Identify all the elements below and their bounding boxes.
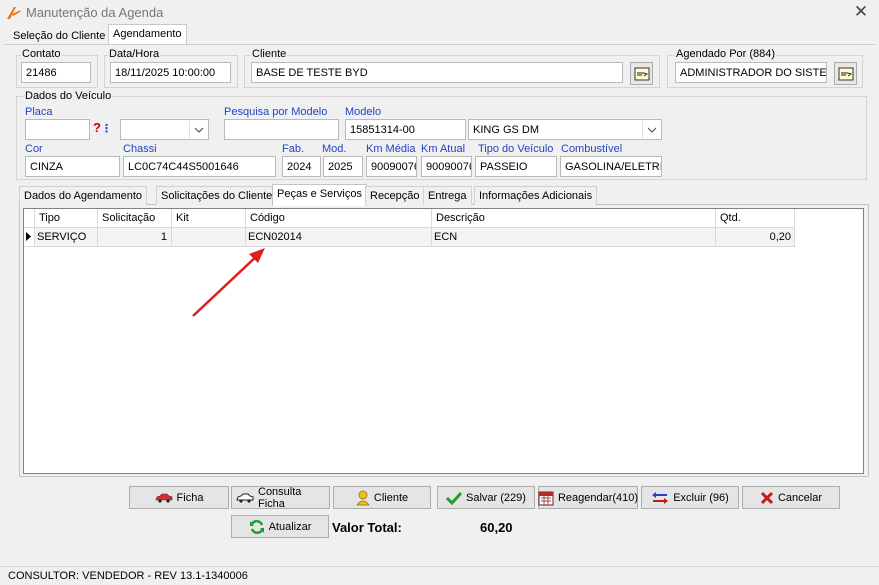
reagendar-button[interactable]: Reagendar(410) xyxy=(538,486,638,509)
car-icon xyxy=(155,493,172,503)
ficha-button[interactable]: Ficha xyxy=(129,486,229,509)
app-logo-icon xyxy=(7,7,21,19)
excluir-button[interactable]: Excluir (96) xyxy=(641,486,739,509)
window-title: Manutenção da Agenda xyxy=(26,5,164,20)
placa-label: Placa xyxy=(25,106,53,118)
dados-veiculo-label: Dados do Veículo xyxy=(24,90,113,102)
mod-field[interactable]: 2025 xyxy=(323,156,363,177)
fab-label: Fab. xyxy=(282,143,305,155)
cliente-button-label: Cliente xyxy=(373,491,409,504)
agendado-por-label: Agendado Por (884) xyxy=(675,48,777,60)
tab-recepcao[interactable]: Recepção xyxy=(365,186,425,205)
col-header-codigo[interactable]: Código xyxy=(246,209,432,228)
valor-total-label: Valor Total: xyxy=(332,520,402,535)
cliente-label: Cliente xyxy=(251,48,288,60)
col-header-kit[interactable]: Kit xyxy=(172,209,246,228)
row-selector-icon[interactable] xyxy=(24,228,35,247)
chevron-down-icon xyxy=(642,121,660,138)
col-header-qtd[interactable]: Qtd. xyxy=(716,209,795,228)
tab-entrega[interactable]: Entrega xyxy=(423,186,472,205)
car-search-icon xyxy=(236,493,254,503)
cell-solicitacao[interactable]: 1 xyxy=(98,228,172,247)
cell-descricao[interactable]: ECN xyxy=(432,228,716,247)
cell-qtd[interactable]: 0,20 xyxy=(716,228,795,247)
close-icon[interactable]: ✕ xyxy=(851,3,871,21)
tab-informacoes-adicionais[interactable]: Informações Adicionais xyxy=(474,186,598,205)
agendado-por-lookup-button[interactable] xyxy=(834,62,857,85)
salvar-button-label: Salvar (229) xyxy=(466,491,526,504)
col-header-descricao[interactable]: Descrição xyxy=(432,209,716,228)
pointing-hand-icon xyxy=(838,67,853,80)
chassi-label: Chassi xyxy=(123,143,157,155)
contato-label: Contato xyxy=(21,48,62,60)
pesquisa-modelo-field[interactable] xyxy=(224,119,339,140)
cancelar-button-label: Cancelar xyxy=(777,491,823,504)
km-atual-label: Km Atual xyxy=(421,143,466,155)
refresh-icon xyxy=(249,519,264,534)
placa-help-icon[interactable]: ?⋮ xyxy=(93,120,115,139)
calendar-icon xyxy=(538,491,554,505)
data-hora-label: Data/Hora xyxy=(108,48,161,60)
row-indicator-header xyxy=(24,209,35,228)
km-media-field[interactable]: 90090076 xyxy=(366,156,417,177)
tab-pecas-servicos[interactable]: Peças e Serviços xyxy=(272,184,367,206)
tab-solicitacoes-cliente[interactable]: Solicitações do Cliente xyxy=(156,186,278,205)
cor-label: Cor xyxy=(25,143,43,155)
combustivel-field[interactable]: GASOLINA/ELETRIC xyxy=(560,156,662,177)
tipo-veiculo-label: Tipo do Veículo xyxy=(478,143,554,155)
km-atual-field[interactable]: 90090076 xyxy=(421,156,472,177)
col-header-solicitacao[interactable]: Solicitação xyxy=(98,209,172,228)
atualizar-button[interactable]: Atualizar xyxy=(231,515,329,538)
modelo-label: Modelo xyxy=(345,106,382,118)
placa-combo[interactable] xyxy=(120,119,209,140)
placa-field[interactable] xyxy=(25,119,90,140)
modelo-name-value: KING GS DM xyxy=(473,124,540,136)
cell-tipo[interactable]: SERVIÇO xyxy=(35,228,98,247)
salvar-button[interactable]: Salvar (229) xyxy=(437,486,535,509)
contato-field[interactable]: 21486 xyxy=(21,62,91,83)
close-icon xyxy=(760,491,774,504)
fab-field[interactable]: 2024 xyxy=(282,156,321,177)
cliente-field[interactable]: BASE DE TESTE BYD xyxy=(251,62,623,83)
annotation-arrow-icon xyxy=(192,248,265,317)
modelo-name-combo[interactable]: KING GS DM xyxy=(468,119,662,140)
cor-field[interactable]: CINZA xyxy=(25,156,120,177)
pointing-hand-icon xyxy=(634,67,649,80)
chevron-down-icon xyxy=(189,121,207,138)
excluir-button-label: Excluir (96) xyxy=(673,491,729,504)
combustivel-label: Combustível xyxy=(561,143,623,155)
tipo-veiculo-field[interactable]: PASSEIO xyxy=(475,156,557,177)
exchange-arrows-icon xyxy=(652,491,669,504)
ficha-button-label: Ficha xyxy=(176,491,204,504)
consulta-ficha-button[interactable]: Consulta Ficha xyxy=(231,485,330,510)
pecas-servicos-grid[interactable]: Tipo Solicitação Kit Código Descrição Qt… xyxy=(23,208,864,474)
tab-selecao-cliente[interactable]: Seleção do Cliente xyxy=(8,26,110,44)
atualizar-button-label: Atualizar xyxy=(268,520,312,533)
pesquisa-modelo-label: Pesquisa por Modelo xyxy=(224,106,328,118)
status-bar: CONSULTOR: VENDEDOR - REV 13.1-1340006 xyxy=(0,566,879,585)
cliente-lookup-button[interactable] xyxy=(630,62,653,85)
data-hora-field[interactable]: 18/11/2025 10:00:00 xyxy=(110,62,231,83)
agendado-por-field[interactable]: ADMINISTRADOR DO SISTEMA xyxy=(675,62,827,83)
chassi-field[interactable]: LC0C74C44S5001646 xyxy=(123,156,276,177)
modelo-code-field[interactable]: 15851314-00 xyxy=(345,119,466,140)
tab-dados-agendamento[interactable]: Dados do Agendamento xyxy=(19,186,148,205)
km-media-label: Km Média xyxy=(366,143,416,155)
consulta-ficha-button-label: Consulta Ficha xyxy=(258,485,302,510)
cancelar-button[interactable]: Cancelar xyxy=(742,486,840,509)
col-header-tipo[interactable]: Tipo xyxy=(35,209,98,228)
check-icon xyxy=(446,491,463,505)
reagendar-button-label: Reagendar(410) xyxy=(557,491,639,504)
cliente-button[interactable]: Cliente xyxy=(333,486,431,509)
valor-total-value: 60,20 xyxy=(480,520,513,535)
mod-label: Mod. xyxy=(322,143,347,155)
user-icon xyxy=(356,490,370,505)
tab-agendamento[interactable]: Agendamento xyxy=(108,24,187,45)
